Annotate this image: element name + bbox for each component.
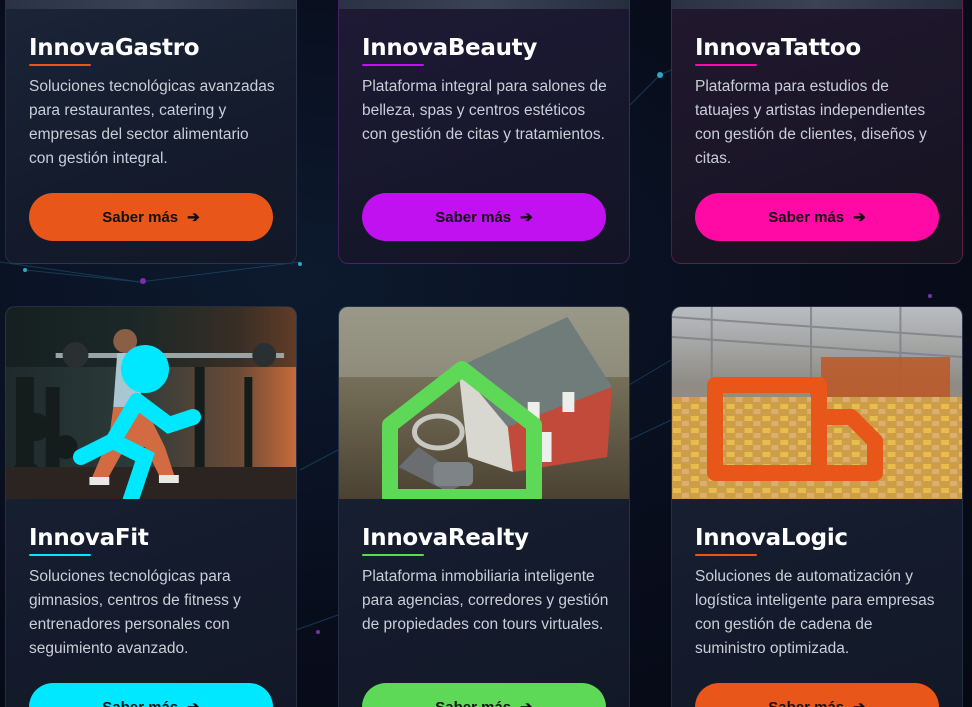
warehouse-photo [672, 307, 962, 499]
saber-mas-button-gastro[interactable]: Saber más ➔ [29, 193, 273, 241]
button-label: Saber más [768, 698, 845, 707]
card-description: Plataforma para estudios de tatuajes y a… [695, 78, 927, 167]
card-innovafit: InnovaFit Soluciones tecnológicas para g… [5, 306, 297, 707]
card-innovatattoo: InnovaTattoo Plataforma para estudios de… [671, 0, 963, 264]
title-underline [695, 64, 757, 66]
saber-mas-button-realty[interactable]: Saber más ➔ [362, 683, 606, 707]
title-underline [29, 64, 91, 66]
card-title: InnovaTattoo [695, 35, 861, 61]
title-underline [29, 554, 91, 556]
card-innovalogic: InnovaLogic Soluciones de automatización… [671, 306, 963, 707]
card-title: InnovaRealty [362, 525, 529, 551]
arrow-right-icon: ➔ [520, 698, 533, 707]
title-underline [695, 554, 757, 556]
button-label: Saber más [768, 208, 845, 226]
card-description: Soluciones de automatización y logística… [695, 568, 935, 657]
arrow-right-icon: ➔ [853, 209, 866, 226]
arrow-right-icon: ➔ [187, 209, 200, 226]
card-title: InnovaLogic [695, 525, 848, 551]
card-description: Soluciones tecnológicas para gimnasios, … [29, 568, 241, 657]
card-description: Soluciones tecnológicas avanzadas para r… [29, 78, 275, 167]
fitness-runner-icon [73, 345, 201, 499]
house-model-photo [339, 307, 629, 499]
card-description: Plataforma inmobiliaria inteligente para… [362, 568, 609, 633]
card-innovagastro: InnovaGastro Soluciones tecnológicas ava… [5, 0, 297, 264]
saber-mas-button-beauty[interactable]: Saber más ➔ [362, 193, 606, 241]
arrow-right-icon: ➔ [853, 698, 866, 707]
saber-mas-button-fit[interactable]: Saber más ➔ [29, 683, 273, 707]
saber-mas-button-tattoo[interactable]: Saber más ➔ [695, 193, 939, 241]
card-innovarealty: InnovaRealty Plataforma inmobiliaria int… [338, 306, 630, 707]
home-icon [382, 361, 542, 499]
card-image-strip [339, 0, 629, 9]
button-label: Saber más [102, 208, 179, 226]
card-title: InnovaBeauty [362, 35, 538, 61]
saber-mas-button-logic[interactable]: Saber más ➔ [695, 683, 939, 707]
arrow-right-icon: ➔ [520, 209, 533, 226]
button-label: Saber más [102, 698, 179, 707]
card-title: InnovaFit [29, 525, 149, 551]
button-label: Saber más [435, 698, 512, 707]
card-image-strip [6, 0, 296, 9]
title-underline [362, 554, 424, 556]
card-innovabeauty: InnovaBeauty Plataforma integral para sa… [338, 0, 630, 264]
card-description: Plataforma integral para salones de bell… [362, 78, 607, 143]
gym-photo [6, 307, 296, 499]
truck-icon [707, 377, 883, 481]
title-underline [362, 64, 424, 66]
card-title: InnovaGastro [29, 35, 200, 61]
arrow-right-icon: ➔ [187, 698, 200, 707]
button-label: Saber más [435, 208, 512, 226]
card-image-strip [672, 0, 962, 9]
